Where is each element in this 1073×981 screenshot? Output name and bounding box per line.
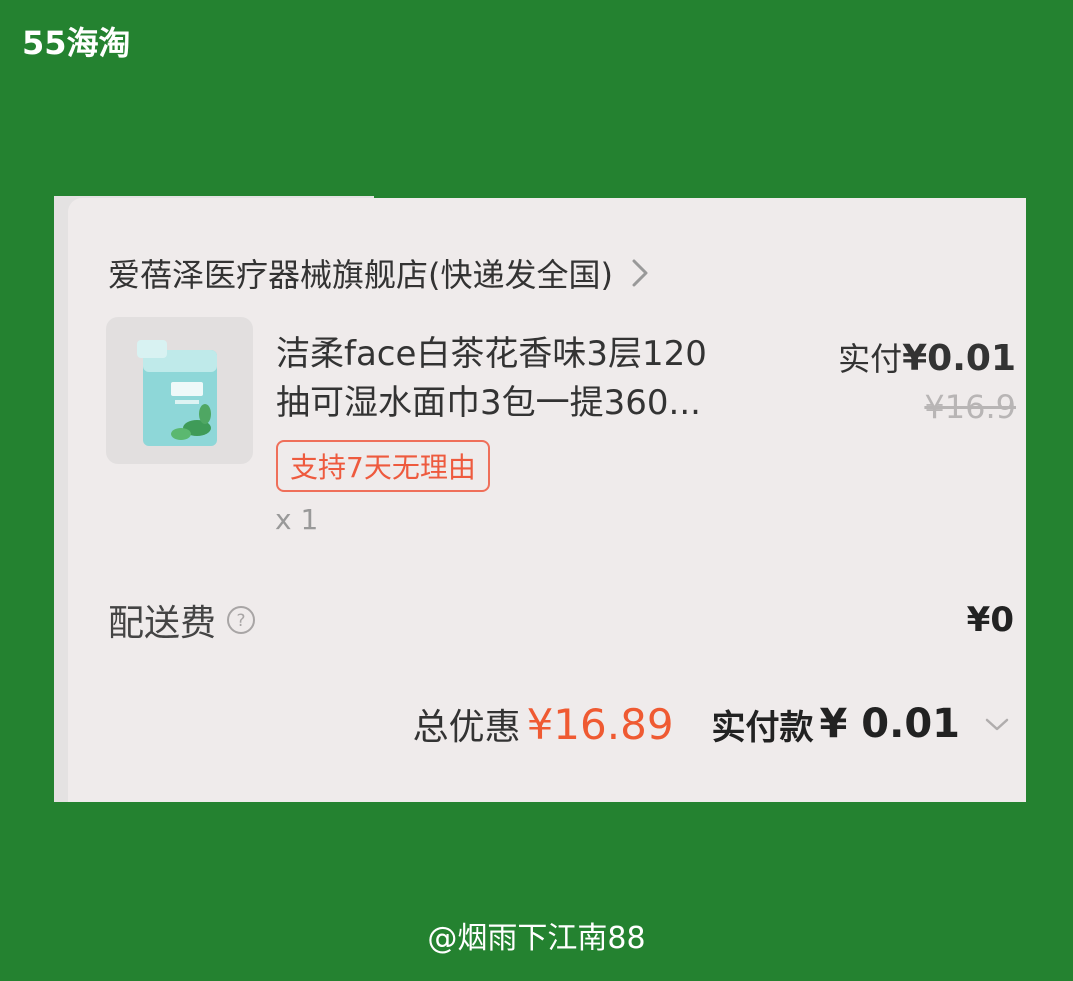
shop-name: 爱蓓泽医疗器械旗舰店(快递发全国) <box>108 256 613 294</box>
price-block: 实付¥0.01 ¥16.9 <box>838 334 1016 426</box>
product-title-line-1: 洁柔face白茶花香味3层120 <box>276 334 707 374</box>
tissue-pack-image <box>136 339 217 446</box>
paid-amount: ¥0.01 <box>902 338 1016 379</box>
shipping-fee-value: ¥0 <box>966 600 1014 640</box>
watermark: @烟雨下江南88 <box>427 921 646 956</box>
shipping-fee-row: 配送费 ? <box>108 594 256 646</box>
product-title[interactable]: 洁柔face白茶花香味3层120 抽可湿水面巾3包一提360... <box>276 330 796 428</box>
total-paid-value: ¥ 0.01 <box>819 701 960 747</box>
paid-label: 实付 <box>838 340 903 378</box>
question-circle-icon[interactable]: ? <box>226 605 256 635</box>
original-price: ¥16.9 <box>924 388 1016 426</box>
quantity: x 1 <box>275 503 319 536</box>
chevron-down-icon[interactable] <box>982 709 1012 739</box>
product-title-line-2: 抽可湿水面巾3包一提360... <box>276 383 701 423</box>
svg-text:?: ? <box>237 611 246 631</box>
product-image[interactable] <box>106 317 253 464</box>
paid-price: 实付¥0.01 <box>838 334 1016 380</box>
total-discount-value: ¥16.89 <box>526 699 674 749</box>
order-summary: 总优惠 ¥16.89 实付款 ¥ 0.01 <box>413 698 1012 750</box>
return-policy-badge: 支持7天无理由 <box>276 440 490 492</box>
chevron-right-icon <box>632 259 648 287</box>
shop-link[interactable]: 爱蓓泽医疗器械旗舰店(快递发全国) <box>108 250 657 296</box>
shipping-fee-label: 配送费 <box>108 603 217 644</box>
site-logo: 55海淘 <box>22 24 131 62</box>
total-paid-label: 实付款 <box>711 707 814 748</box>
total-discount-label: 总优惠 <box>412 707 521 748</box>
order-card: 爱蓓泽医疗器械旗舰店(快递发全国) 洁柔face白茶花香味3层120 抽可湿水面… <box>68 198 1026 802</box>
